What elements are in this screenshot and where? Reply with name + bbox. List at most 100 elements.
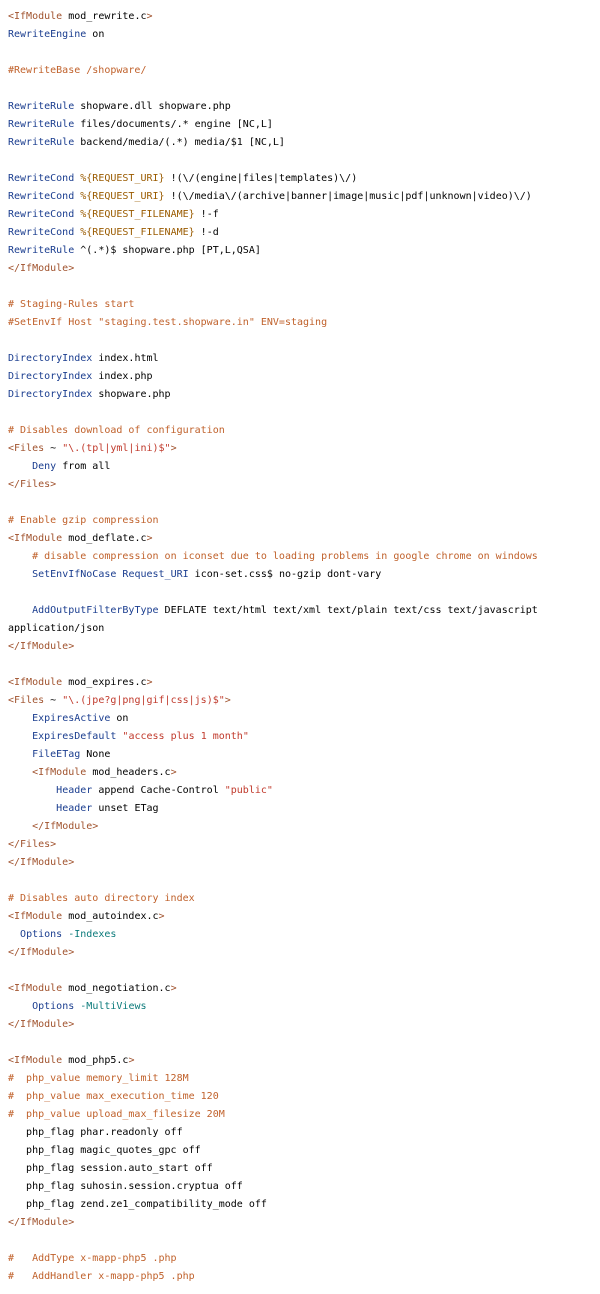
plain-token: mod_negotiation.c	[68, 983, 171, 994]
plain-token: !(\/media\/(archive|banner|image|music|p…	[164, 191, 532, 202]
option-token: -MultiViews	[80, 1001, 147, 1012]
string-token: "\.(tpl|yml|ini)$"	[62, 443, 171, 454]
code-line: ExpiresDefault "access plus 1 month"	[8, 728, 600, 746]
plain-token: mod_deflate.c	[68, 533, 147, 544]
directive-token: RewriteRule	[8, 245, 75, 256]
plain-token: shopware.dll shopware.php	[74, 101, 231, 112]
plain-token: mod_php5.c	[68, 1055, 129, 1066]
code-line: ExpiresActive on	[8, 710, 600, 728]
tag-token: <IfModule	[8, 11, 69, 22]
code-line: RewriteRule files/documents/.* engine [N…	[8, 116, 600, 134]
plain-token: index.php	[92, 371, 153, 382]
code-line: RewriteCond %{REQUEST_FILENAME} !-d	[8, 224, 600, 242]
plain-token: mod_expires.c	[68, 677, 147, 688]
code-line: </IfModule>	[8, 818, 600, 836]
directive-token: RewriteRule	[8, 119, 75, 130]
code-line: <IfModule mod_deflate.c>	[8, 530, 600, 548]
code-line: </IfModule>	[8, 260, 600, 278]
tag-token: <IfModule	[32, 767, 93, 778]
code-line: # Disables auto directory index	[8, 890, 600, 908]
directive-token: FileETag	[32, 749, 81, 760]
comment-token: # php_value memory_limit 128M	[8, 1073, 189, 1084]
code-line: Options -MultiViews	[8, 998, 600, 1016]
tag-token: </IfModule>	[8, 263, 75, 274]
plain-token: !-f	[194, 209, 219, 220]
code-line: RewriteRule backend/media/(.*) media/$1 …	[8, 134, 600, 152]
plain-token: ~	[50, 443, 63, 454]
directive-token: RewriteRule	[8, 101, 75, 112]
code-line: SetEnvIfNoCase Request_URI icon-set.css$…	[8, 566, 600, 584]
code-line: # php_value upload_max_filesize 20M	[8, 1106, 600, 1124]
code-line: # AddHandler x-mapp-php5 .php	[8, 1268, 600, 1286]
plain-token: on	[86, 29, 105, 40]
code-line: RewriteCond %{REQUEST_FILENAME} !-f	[8, 206, 600, 224]
tag-token: <Files	[8, 695, 51, 706]
directive-token: RewriteCond	[8, 209, 75, 220]
directive-token: Request_URI	[122, 569, 189, 580]
code-line: <Files ~ "\.(jpe?g|png|gif|css|js)$">	[8, 692, 600, 710]
tag-token: </IfModule>	[8, 857, 75, 868]
directive-token: Header	[56, 803, 93, 814]
tag-token: >	[146, 533, 153, 544]
tag-token: </IfModule>	[8, 947, 75, 958]
tag-token: </IfModule>	[32, 821, 99, 832]
code-line: DirectoryIndex index.html	[8, 350, 600, 368]
directive-token: RewriteCond	[8, 173, 75, 184]
code-line: php_flag suhosin.session.cryptua off	[8, 1178, 600, 1196]
variable-token: %{REQUEST_FILENAME}	[80, 209, 195, 220]
string-token: "access plus 1 month"	[122, 731, 249, 742]
code-line: Header unset ETag	[8, 800, 600, 818]
directive-token: Deny	[32, 461, 57, 472]
plain-token: application/json	[8, 623, 105, 634]
plain-token: mod_rewrite.c	[68, 11, 147, 22]
directive-token: RewriteEngine	[8, 29, 87, 40]
tag-token: <IfModule	[8, 533, 69, 544]
directive-token: Header	[56, 785, 93, 796]
code-line: RewriteRule shopware.dll shopware.php	[8, 98, 600, 116]
tag-token: >	[146, 11, 153, 22]
tag-token: <IfModule	[8, 911, 69, 922]
code-line: </IfModule>	[8, 944, 600, 962]
tag-token: </Files>	[8, 479, 57, 490]
plain-token: php_flag suhosin.session.cryptua off	[8, 1181, 243, 1192]
code-line: </IfModule>	[8, 854, 600, 872]
tag-token: <IfModule	[8, 983, 69, 994]
code-line: FileETag None	[8, 746, 600, 764]
comment-token: #RewriteBase /shopware/	[8, 65, 147, 76]
variable-token: %{REQUEST_URI}	[80, 191, 165, 202]
code-line: <Files ~ "\.(tpl|yml|ini)$">	[8, 440, 600, 458]
htaccess-code-view: <IfModule mod_rewrite.c> RewriteEngine on…	[0, 0, 600, 1286]
comment-token: #SetEnvIf Host "staging.test.shopware.in…	[8, 317, 328, 328]
plain-token: php_flag zend.ze1_compatibility_mode off	[8, 1199, 267, 1210]
tag-token: </Files>	[8, 839, 57, 850]
code-line: <IfModule mod_php5.c>	[8, 1052, 600, 1070]
code-line: <IfModule mod_autoindex.c>	[8, 908, 600, 926]
comment-token: # Disables auto directory index	[8, 893, 195, 904]
code-line: # php_value memory_limit 128M	[8, 1070, 600, 1088]
plain-token: ~	[50, 695, 63, 706]
comment-token: # Staging-Rules start	[8, 299, 135, 310]
code-line: php_flag magic_quotes_gpc off	[8, 1142, 600, 1160]
plain-token: ^(.*)$ shopware.php [PT,L,QSA]	[74, 245, 261, 256]
code-line: AddOutputFilterByType DEFLATE text/html …	[8, 602, 600, 620]
plain-token: !(\/(engine|files|templates)\/)	[164, 173, 358, 184]
plain-token: files/documents/.* engine [NC,L]	[74, 119, 273, 130]
plain-token: on	[110, 713, 129, 724]
code-line: # Disables download of configuration	[8, 422, 600, 440]
tag-token: >	[170, 767, 177, 778]
